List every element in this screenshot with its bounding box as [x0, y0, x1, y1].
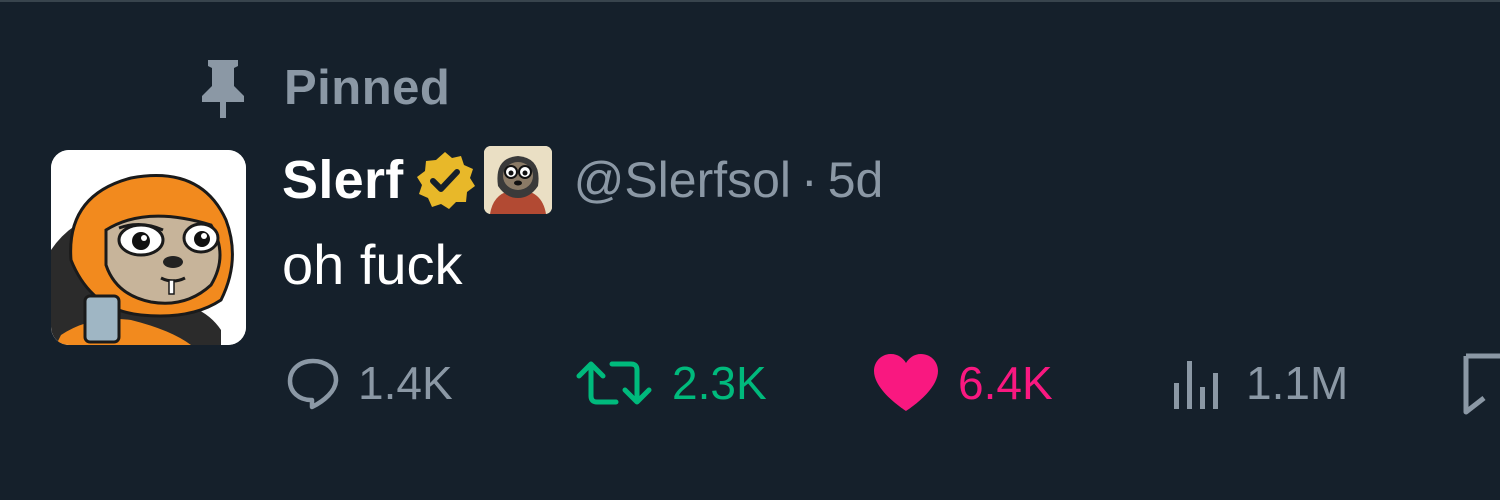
tweet-timestamp[interactable]: 5d	[828, 151, 884, 209]
bookmark-icon[interactable]	[1462, 352, 1500, 416]
avatar[interactable]	[51, 150, 246, 345]
top-divider	[0, 0, 1500, 2]
pinned-label: Pinned	[284, 61, 451, 115]
retweet-count: 2.3K	[672, 357, 767, 409]
user-handle[interactable]: @Slerfsol	[574, 151, 791, 209]
separator-dot: ·	[801, 152, 818, 208]
tweet-header: Slerf @Slerfsol · 5d	[282, 144, 883, 216]
affiliate-badge-icon[interactable]	[483, 146, 552, 214]
reply-count: 1.4K	[358, 357, 453, 409]
pin-icon	[202, 60, 244, 118]
verified-badge-icon[interactable]	[414, 149, 476, 211]
reply-button[interactable]: 1.4K	[286, 350, 453, 416]
views-button[interactable]: 1.1M	[1168, 350, 1348, 416]
views-icon	[1174, 361, 1218, 409]
like-count: 6.4K	[958, 357, 1053, 409]
views-count: 1.1M	[1246, 357, 1349, 409]
retweet-icon	[576, 361, 652, 405]
tweet-text: oh fuck	[282, 233, 463, 296]
display-name[interactable]: Slerf	[282, 149, 404, 211]
heart-icon	[874, 354, 938, 411]
sloth-avatar-image	[51, 150, 246, 345]
like-button[interactable]: 6.4K	[872, 350, 1053, 416]
pinned-indicator: Pinned	[196, 56, 450, 120]
reply-icon	[287, 358, 339, 410]
retweet-button[interactable]: 2.3K	[574, 350, 767, 416]
